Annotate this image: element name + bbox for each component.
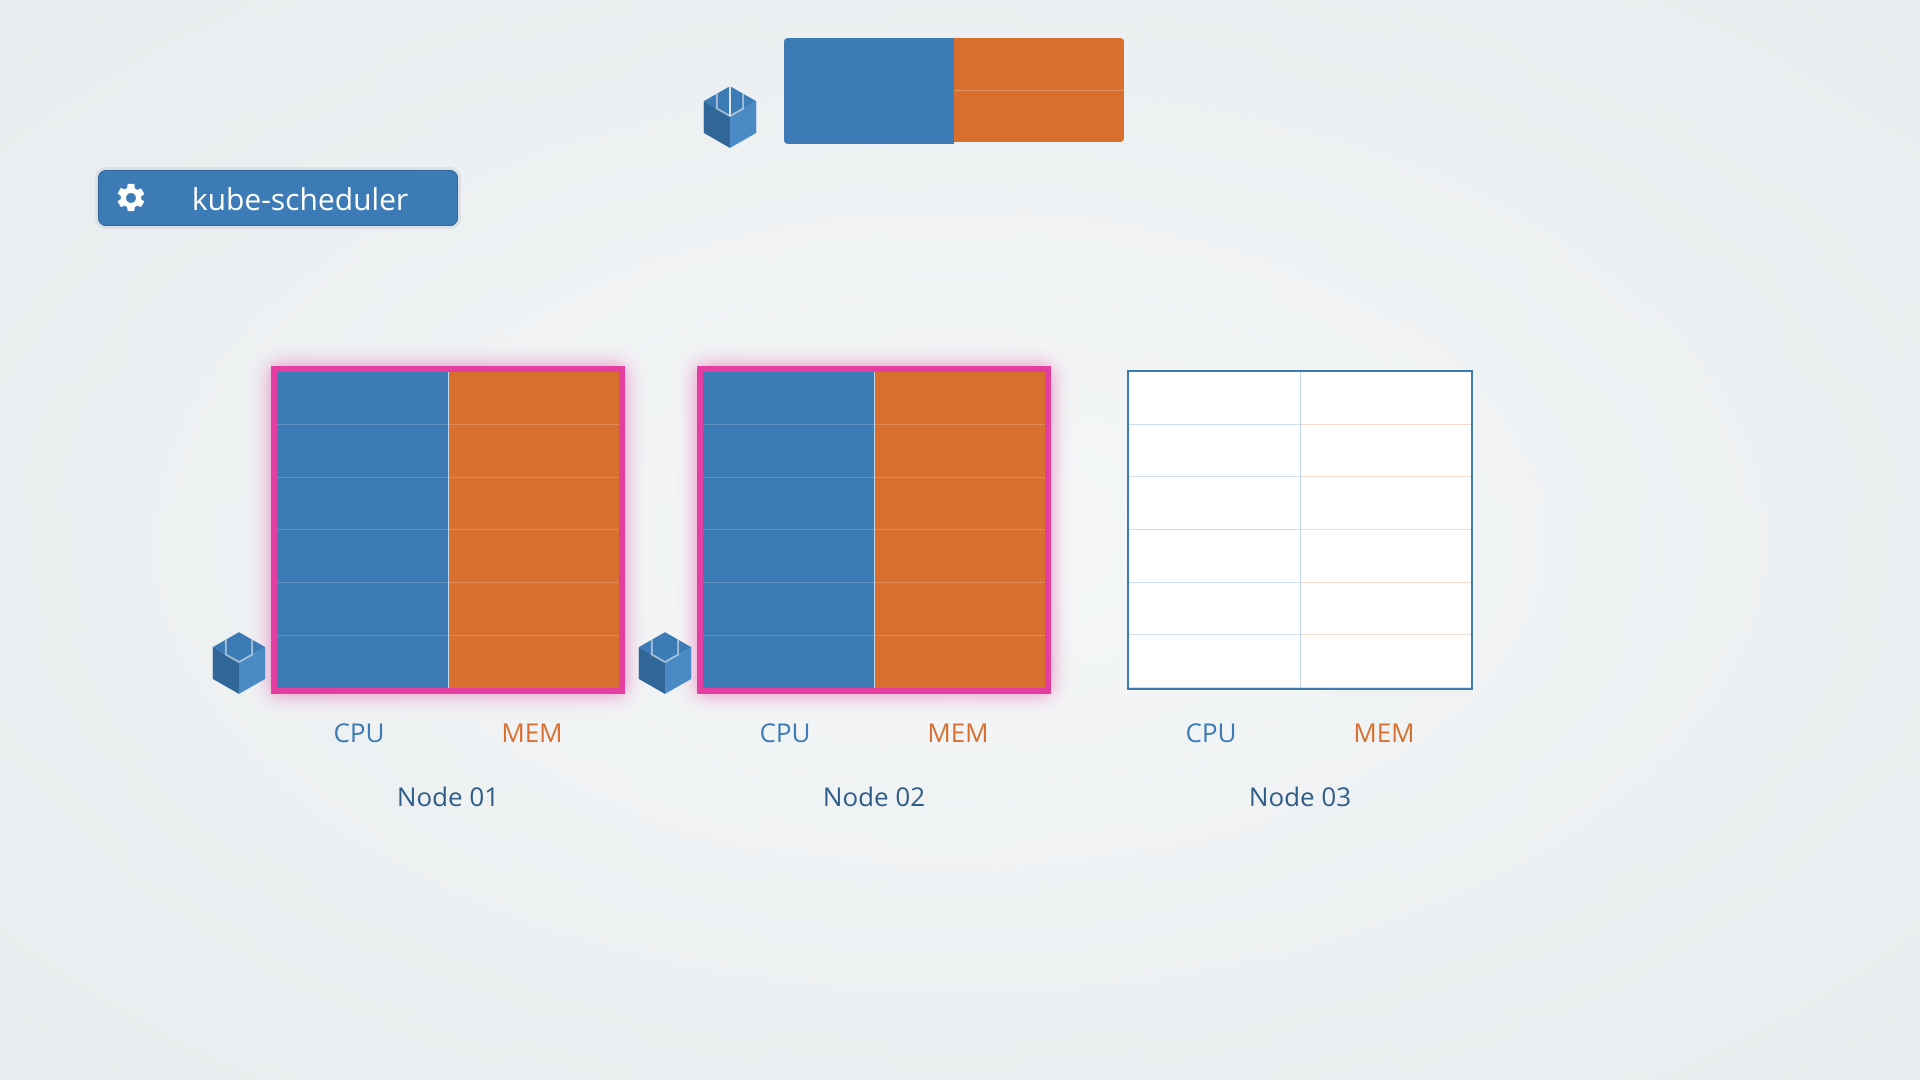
mem-label: MEM [501, 714, 562, 750]
node-name: Node 02 [701, 778, 1047, 814]
cpu-label: CPU [333, 714, 384, 750]
mem-slot [1301, 372, 1472, 425]
cpu-slot [1129, 372, 1300, 425]
mem-slot [1301, 530, 1472, 583]
nodes-row: CPU MEM Node 01 CPU MEM Node 02 CPU MEM Node 03 [275, 370, 1473, 814]
cpu-slot [277, 583, 448, 636]
cpu-slot [1129, 583, 1300, 636]
pending-mem-block [954, 90, 1124, 142]
mem-slot [449, 478, 620, 531]
mem-slot [1301, 425, 1472, 478]
kube-scheduler-label: kube-scheduler [163, 178, 457, 219]
mem-slot [875, 425, 1046, 478]
gear-icon [99, 181, 163, 215]
cpu-slot [277, 425, 448, 478]
resource-labels: CPU MEM [1127, 714, 1473, 750]
cpu-slot [277, 636, 448, 688]
mem-slot [875, 478, 1046, 531]
node-2: CPU MEM Node 02 [701, 370, 1047, 814]
cpu-slot [1129, 477, 1300, 530]
node-name: Node 01 [275, 778, 621, 814]
node-box [701, 370, 1047, 690]
box-icon [700, 84, 760, 150]
node-box [1127, 370, 1473, 690]
resource-labels: CPU MEM [275, 714, 621, 750]
pending-pod [700, 38, 1124, 144]
cpu-slot [1129, 635, 1300, 688]
mem-slot [875, 583, 1046, 636]
mem-slot [1301, 635, 1472, 688]
mem-slot [875, 530, 1046, 583]
node-1: CPU MEM Node 01 [275, 370, 621, 814]
cpu-column [1129, 372, 1301, 688]
mem-slot [449, 372, 620, 425]
cpu-slot [703, 425, 874, 478]
cpu-slot [703, 478, 874, 531]
mem-column [1301, 372, 1472, 688]
kube-scheduler-pill: kube-scheduler [98, 170, 458, 226]
cpu-slot [703, 530, 874, 583]
mem-slot [1301, 583, 1472, 636]
mem-slot [449, 636, 620, 688]
mem-column [449, 372, 620, 688]
cpu-slot [703, 583, 874, 636]
cpu-slot [277, 530, 448, 583]
resource-labels: CPU MEM [701, 714, 1047, 750]
mem-slot [875, 636, 1046, 688]
mem-slot [449, 425, 620, 478]
node-3: CPU MEM Node 03 [1127, 370, 1473, 814]
cpu-slot [277, 478, 448, 531]
mem-label: MEM [927, 714, 988, 750]
mem-slot [449, 530, 620, 583]
pending-cpu-block [784, 38, 954, 144]
node-box [275, 370, 621, 690]
cpu-column [703, 372, 875, 688]
cpu-label: CPU [759, 714, 810, 750]
cpu-label: CPU [1185, 714, 1236, 750]
node-name: Node 03 [1127, 778, 1473, 814]
mem-column [875, 372, 1046, 688]
mem-slot [1301, 477, 1472, 530]
cpu-slot [703, 372, 874, 425]
box-icon [635, 630, 695, 696]
cpu-slot [277, 372, 448, 425]
mem-slot [875, 372, 1046, 425]
cpu-slot [1129, 425, 1300, 478]
mem-slot [449, 583, 620, 636]
cpu-column [277, 372, 449, 688]
cpu-slot [703, 636, 874, 688]
mem-label: MEM [1353, 714, 1414, 750]
cpu-slot [1129, 530, 1300, 583]
box-icon [209, 630, 269, 696]
pending-mem-block [954, 38, 1124, 90]
